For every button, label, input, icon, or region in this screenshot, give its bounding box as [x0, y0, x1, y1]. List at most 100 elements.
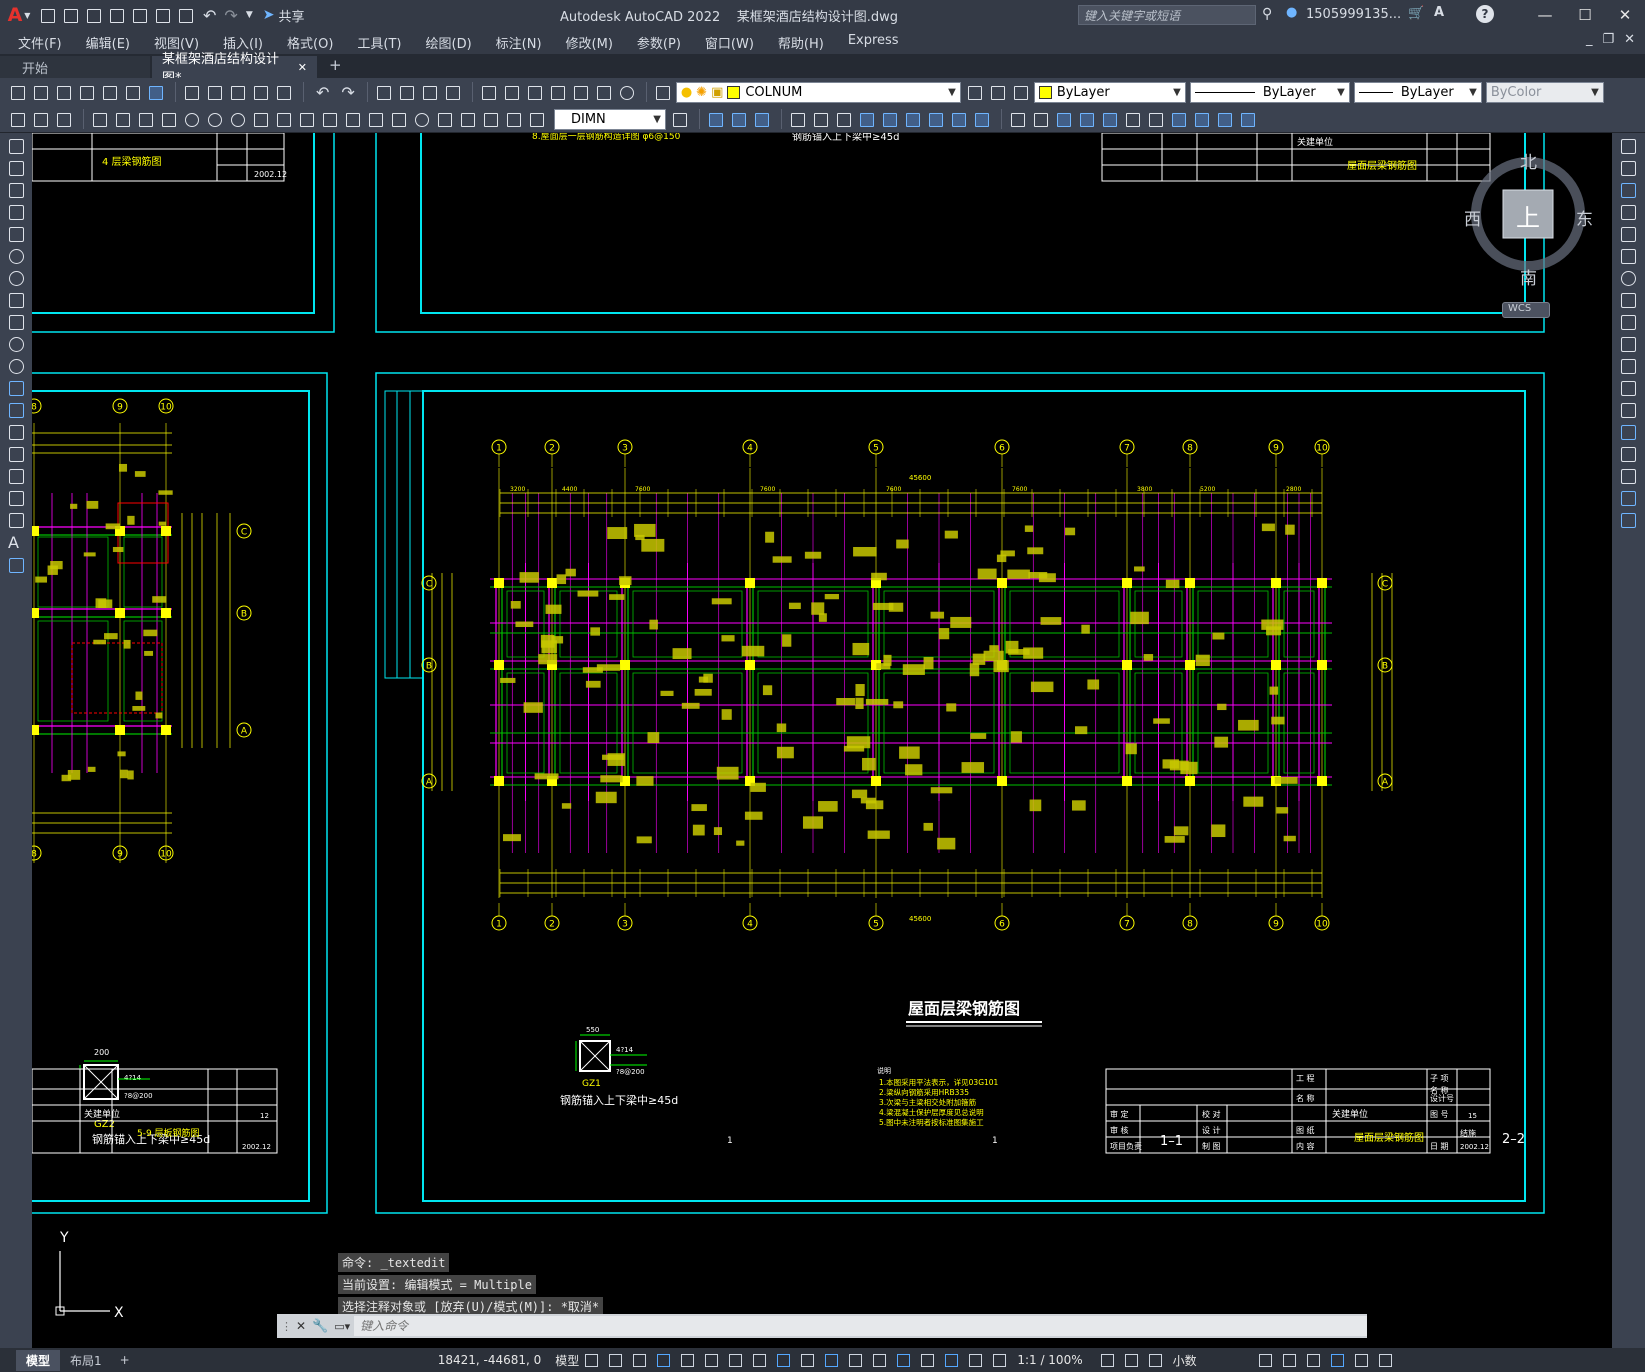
annotation-scale[interactable]: 1:1 / 100% — [1017, 1353, 1082, 1367]
viewcube-north[interactable]: 北 — [1520, 148, 1537, 173]
search-box[interactable]: 键入关键字或短语 — [1078, 5, 1256, 25]
solid-cone-icon[interactable] — [752, 110, 770, 128]
dynamic-input-icon[interactable] — [655, 1352, 671, 1368]
circle-icon[interactable] — [7, 269, 25, 287]
break-at-point-icon[interactable] — [1619, 379, 1637, 397]
menu-item[interactable]: 帮助(H) — [766, 33, 836, 52]
match-properties-icon[interactable] — [251, 83, 269, 101]
app-logo-button[interactable]: A ▼ — [0, 0, 38, 30]
viewcube-top-face[interactable]: 上 — [1516, 198, 1540, 233]
zoom-realtime-icon[interactable] — [397, 83, 415, 101]
dim-update-icon[interactable] — [527, 110, 545, 128]
flatshot-icon[interactable] — [1100, 110, 1118, 128]
menu-item[interactable]: 窗口(W) — [693, 33, 766, 52]
customize-command-icon[interactable]: 🔧 — [312, 1319, 328, 1334]
clean-icon[interactable] — [1215, 110, 1233, 128]
extend-icon[interactable] — [1619, 357, 1637, 375]
gizmo-icon[interactable] — [943, 1352, 959, 1368]
rectangle-icon[interactable] — [7, 225, 25, 243]
angular-dim-icon[interactable] — [251, 110, 269, 128]
doc-restore-button[interactable]: ❐ — [1602, 32, 1614, 47]
shell-icon[interactable] — [1169, 110, 1187, 128]
spline-icon[interactable] — [7, 313, 25, 331]
ellipse-icon[interactable] — [7, 335, 25, 353]
quick-properties-icon[interactable] — [1257, 1352, 1273, 1368]
lineweight-dropdown[interactable]: ByLayer ▼ — [1353, 81, 1482, 103]
isolate-objects-icon[interactable] — [1305, 1352, 1321, 1368]
close-command-icon[interactable]: ✕ — [296, 1319, 306, 1333]
user-account-button[interactable]: 1505999135... — [1306, 7, 1401, 22]
redo-icon[interactable]: ↷ — [341, 83, 354, 102]
menu-item[interactable]: Express — [836, 33, 911, 52]
check-solid-icon[interactable] — [1238, 110, 1256, 128]
block-attribute-icon[interactable] — [54, 110, 72, 128]
markup-icon[interactable] — [571, 83, 589, 101]
fillet-icon[interactable] — [1619, 467, 1637, 485]
subtract-icon[interactable] — [857, 110, 875, 128]
redo-icon[interactable]: ↷ — [224, 6, 237, 25]
layer-dropdown[interactable]: ● ✺ ▣ COLNUM ▼ — [675, 81, 961, 103]
jogged-linear-icon[interactable] — [458, 110, 476, 128]
infer-constraints-icon[interactable] — [631, 1352, 647, 1368]
help-icon[interactable] — [617, 83, 635, 101]
trim-icon[interactable] — [1619, 335, 1637, 353]
make-block-icon[interactable] — [7, 401, 25, 419]
plot-preview-icon[interactable] — [100, 83, 118, 101]
polygon-icon[interactable] — [7, 203, 25, 221]
viewcube-west[interactable]: 西 — [1464, 205, 1481, 230]
arc-length-dim-icon[interactable] — [136, 110, 154, 128]
lock-ui-icon[interactable] — [1281, 1352, 1297, 1368]
presspull-icon[interactable] — [903, 110, 921, 128]
zoom-window-icon[interactable] — [420, 83, 438, 101]
diameter-dim-icon[interactable] — [228, 110, 246, 128]
lineweight-icon[interactable] — [799, 1352, 815, 1368]
block-editor-icon[interactable] — [274, 83, 292, 101]
sheet-set-icon[interactable] — [548, 83, 566, 101]
loft-icon[interactable] — [949, 110, 967, 128]
menu-item[interactable]: 编辑(E) — [74, 33, 142, 52]
minimize-button[interactable]: — — [1525, 0, 1565, 30]
ortho-icon[interactable] — [679, 1352, 695, 1368]
construction-line-icon[interactable] — [7, 159, 25, 177]
maximize-button[interactable]: ☐ — [1565, 0, 1605, 30]
open-icon[interactable] — [31, 83, 49, 101]
clean-screen-icon[interactable] — [1353, 1352, 1369, 1368]
arc-icon[interactable] — [7, 247, 25, 265]
move-icon[interactable] — [1619, 247, 1637, 265]
union-icon[interactable] — [834, 110, 852, 128]
dim-break-icon[interactable] — [366, 110, 384, 128]
3d-osnap-icon[interactable] — [871, 1352, 887, 1368]
separate-icon[interactable] — [1192, 110, 1210, 128]
help-button[interactable]: ? — [1476, 5, 1494, 23]
attribute-manager-icon[interactable] — [31, 110, 49, 128]
design-center-icon[interactable] — [502, 83, 520, 101]
interfere-icon[interactable] — [1054, 110, 1072, 128]
properties-icon[interactable] — [479, 83, 497, 101]
linear-dim-icon[interactable] — [90, 110, 108, 128]
polar-tracking-icon[interactable] — [703, 1352, 719, 1368]
save-icon[interactable] — [54, 83, 72, 101]
save-icon[interactable] — [84, 6, 102, 24]
layer-properties-icon[interactable] — [653, 83, 671, 101]
tab-drawing[interactable]: 某框架酒店结构设计图*✕ — [152, 52, 317, 86]
drawing-canvas[interactable]: 4 层梁钢筋图 2002.12 8.屋面层一层钢筋构造详图 φ6@150 钢筋锚… — [32, 133, 1612, 1348]
region-icon[interactable] — [7, 489, 25, 507]
save-web-icon[interactable] — [153, 6, 171, 24]
thicken-icon[interactable] — [1031, 110, 1049, 128]
3d-dwf-icon[interactable] — [146, 83, 164, 101]
revolve-icon[interactable] — [811, 110, 829, 128]
table-icon[interactable] — [7, 511, 25, 529]
auto-scale-icon[interactable] — [991, 1352, 1007, 1368]
save-as-icon[interactable] — [107, 6, 125, 24]
baseline-dim-icon[interactable] — [297, 110, 315, 128]
doc-minimize-button[interactable]: _ — [1586, 32, 1593, 47]
new-file-icon[interactable] — [38, 6, 56, 24]
join-icon[interactable] — [1619, 423, 1637, 441]
extrude-icon[interactable] — [788, 110, 806, 128]
chamfer-icon[interactable] — [1619, 445, 1637, 463]
plotstyle-dropdown[interactable]: ByColor ▼ — [1485, 81, 1604, 103]
copy-icon[interactable] — [205, 83, 223, 101]
radius-dim-icon[interactable] — [182, 110, 200, 128]
intersect-icon[interactable] — [880, 110, 898, 128]
make-current-layer-icon[interactable] — [965, 83, 983, 101]
